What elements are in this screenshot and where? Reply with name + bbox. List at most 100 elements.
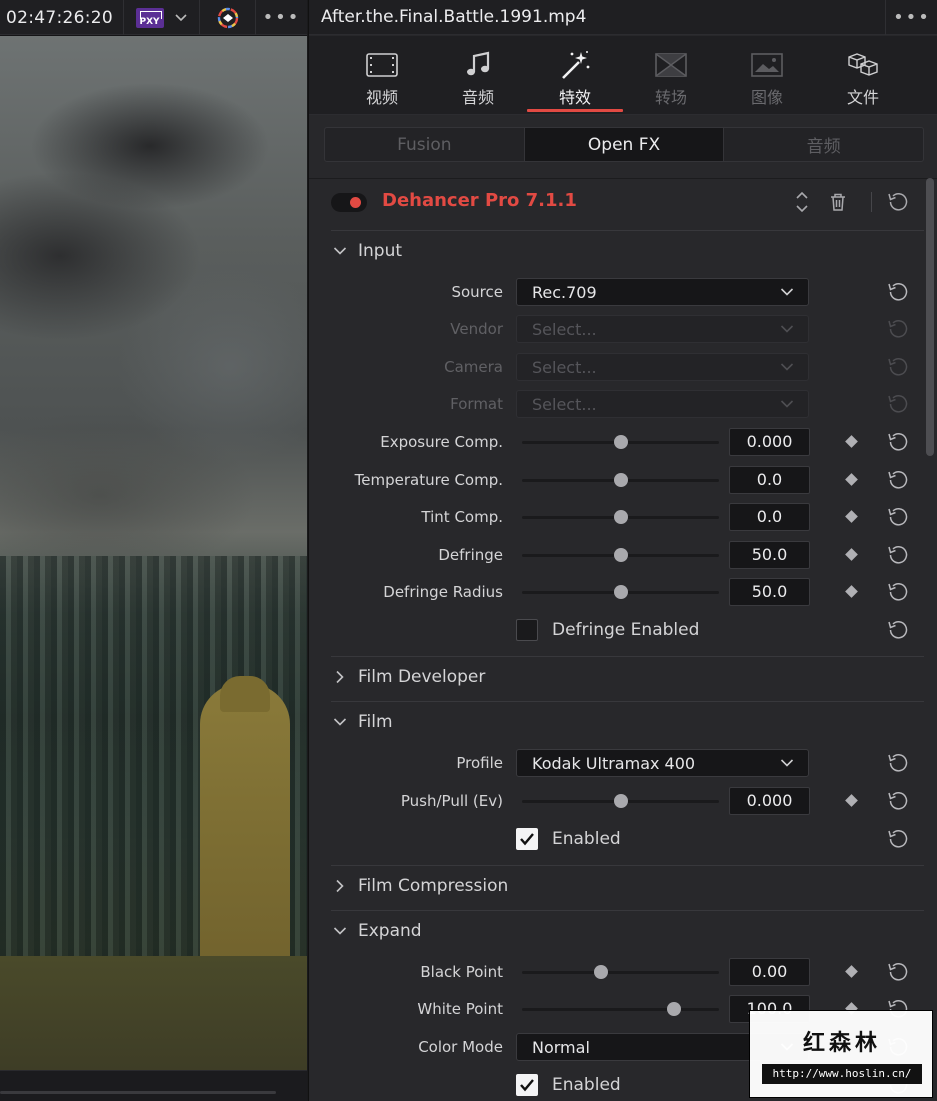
- exposure-comp-slider[interactable]: [522, 432, 719, 452]
- subtab-open-fx[interactable]: Open FX: [524, 128, 725, 161]
- slider-thumb[interactable]: [613, 794, 628, 808]
- image-icon: [751, 53, 783, 77]
- section-input[interactable]: Input: [331, 231, 402, 271]
- reset-icon: [888, 792, 908, 810]
- slider-thumb[interactable]: [613, 435, 628, 449]
- defringe-radius-slider[interactable]: [522, 582, 719, 602]
- black-point-field[interactable]: 0.00: [729, 958, 810, 986]
- reset-icon: [888, 433, 908, 451]
- white-point-label: White Point: [417, 1000, 503, 1018]
- source-dropdown[interactable]: Rec.709: [516, 278, 809, 306]
- watermark-url: http://www.hoslin.cn/: [762, 1064, 922, 1084]
- delete-button[interactable]: [827, 189, 849, 215]
- film-enabled-reset-button[interactable]: [887, 828, 909, 850]
- push-pull-reset-button[interactable]: [887, 790, 909, 812]
- tint-comp-reset-button[interactable]: [887, 506, 909, 528]
- section-film-compression[interactable]: Film Compression: [331, 866, 508, 906]
- tint-comp-slider[interactable]: [522, 507, 719, 527]
- defringe-reset-button[interactable]: [887, 544, 909, 566]
- chevron-right-icon: [331, 877, 349, 895]
- slider-thumb[interactable]: [613, 548, 628, 562]
- temperature-comp-field[interactable]: 0.0: [729, 466, 810, 494]
- scrubber-track[interactable]: [0, 1091, 276, 1094]
- subtab-audio[interactable]: 音频: [724, 128, 923, 161]
- white-point-slider[interactable]: [522, 999, 719, 1019]
- chevron-down-icon: [331, 713, 349, 731]
- tab-audio[interactable]: 音频: [430, 36, 526, 114]
- section-label: Film Developer: [358, 667, 486, 687]
- camera-label: Camera: [444, 358, 503, 376]
- vendor-dropdown[interactable]: Select...: [516, 315, 809, 343]
- black-point-reset-button[interactable]: [887, 961, 909, 983]
- tab-file[interactable]: 文件: [815, 36, 911, 114]
- proxy-menu[interactable]: PXY: [124, 0, 200, 35]
- reset-icon: [888, 754, 908, 772]
- section-label: Film Compression: [358, 876, 509, 896]
- defringe-radius-field[interactable]: 50.0: [729, 578, 810, 606]
- section-film[interactable]: Film: [331, 702, 393, 742]
- exposure-comp-field[interactable]: 0.000: [729, 428, 810, 456]
- inspector-more-button[interactable]: •••: [885, 0, 937, 35]
- camera-reset-button[interactable]: [887, 356, 909, 378]
- tab-effects[interactable]: 特效: [527, 36, 623, 114]
- profile-dropdown[interactable]: Kodak Ultramax 400: [516, 749, 809, 777]
- push-pull-field[interactable]: 0.000: [729, 787, 810, 815]
- proxy-icon: PXY: [135, 7, 164, 28]
- dropdown-value: Select...: [532, 320, 597, 339]
- slider-thumb[interactable]: [613, 473, 628, 487]
- watermark-brand: 红森林: [802, 1031, 881, 1056]
- viewer-scrubber[interactable]: [0, 1070, 307, 1101]
- profile-reset-button[interactable]: [887, 752, 909, 774]
- source-reset-button[interactable]: [887, 281, 909, 303]
- plugin-enable-toggle[interactable]: [331, 193, 367, 212]
- source-label: Source: [451, 283, 503, 301]
- film-enabled-checkbox[interactable]: [516, 828, 538, 850]
- chevron-down-icon: [331, 242, 349, 260]
- defringe-field[interactable]: 50.0: [729, 541, 810, 569]
- format-label: Format: [450, 395, 503, 413]
- slider-thumb[interactable]: [613, 510, 628, 524]
- vendor-reset-button[interactable]: [887, 318, 909, 340]
- reset-icon: [888, 583, 908, 601]
- inspector-scrollbar[interactable]: [926, 178, 934, 456]
- push-pull-slider[interactable]: [522, 791, 719, 811]
- section-film-developer[interactable]: Film Developer: [331, 657, 485, 697]
- defringe-radius-reset-button[interactable]: [887, 581, 909, 603]
- expand-enabled-checkbox[interactable]: [516, 1074, 538, 1096]
- tab-image[interactable]: 图像: [719, 36, 815, 114]
- reset-icon: [888, 320, 908, 338]
- defringe-enabled-checkbox[interactable]: [516, 619, 538, 641]
- camera-dropdown[interactable]: Select...: [516, 353, 809, 381]
- timecode-display[interactable]: 02:47:26:20: [0, 0, 124, 35]
- slider-thumb[interactable]: [666, 1002, 681, 1016]
- format-dropdown[interactable]: Select...: [516, 390, 809, 418]
- tab-label: 转场: [654, 88, 687, 107]
- format-reset-button[interactable]: [887, 393, 909, 415]
- subtab-fusion[interactable]: Fusion: [325, 128, 525, 161]
- tint-comp-field[interactable]: 0.0: [729, 503, 810, 531]
- reorder-button[interactable]: [791, 189, 813, 215]
- plugin-reset-button[interactable]: [887, 189, 909, 215]
- section-label: Input: [358, 241, 403, 261]
- tab-video[interactable]: 视频: [334, 36, 430, 114]
- color-effect-button[interactable]: [200, 0, 256, 35]
- temperature-comp-slider[interactable]: [522, 470, 719, 490]
- tab-label: 特效: [558, 88, 591, 107]
- defringe-enabled-reset-button[interactable]: [887, 619, 909, 641]
- viewer-more-button[interactable]: •••: [256, 0, 307, 35]
- section-expand[interactable]: Expand: [331, 911, 422, 951]
- video-frame[interactable]: [0, 36, 307, 1070]
- slider-thumb[interactable]: [613, 585, 628, 599]
- exposure-comp-reset-button[interactable]: [887, 431, 909, 453]
- tab-transition[interactable]: 转场: [623, 36, 719, 114]
- slider-thumb[interactable]: [593, 965, 608, 979]
- black-point-slider[interactable]: [522, 962, 719, 982]
- defringe-slider[interactable]: [522, 545, 719, 565]
- color-ring-icon: [217, 7, 238, 28]
- temperature-comp-reset-button[interactable]: [887, 469, 909, 491]
- magic-wand-icon: [562, 51, 590, 79]
- viewer-toolbar: 02:47:26:20 PXY •••: [0, 0, 307, 35]
- inspector-title-bar: After.the.Final.Battle.1991.mp4 •••: [309, 0, 937, 35]
- section-label: Expand: [358, 921, 422, 941]
- defringe-enabled-label: Defringe Enabled: [552, 620, 700, 640]
